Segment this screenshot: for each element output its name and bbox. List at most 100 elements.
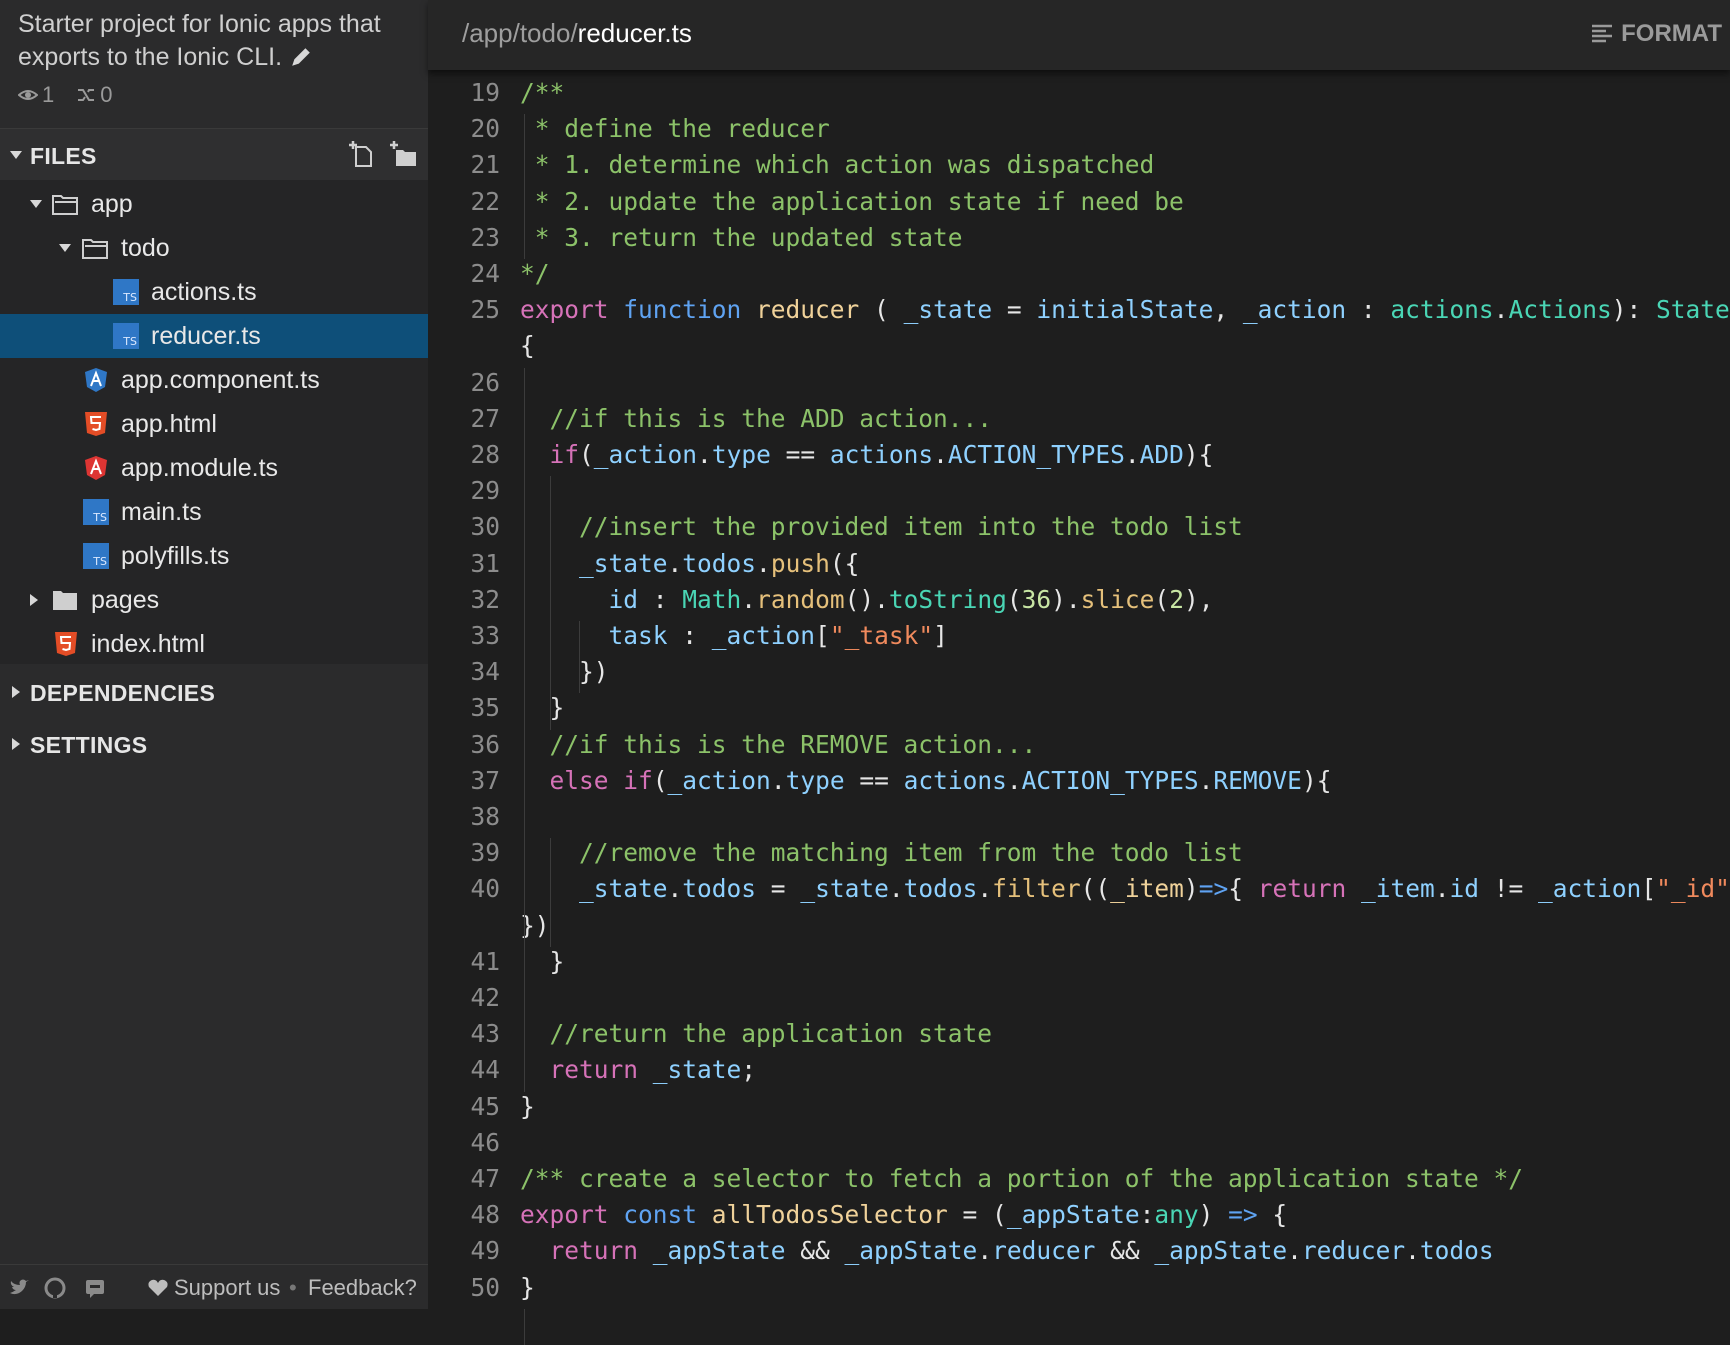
code-token: _appState xyxy=(1154,1236,1287,1265)
code-token: . xyxy=(741,585,756,614)
code-token: any xyxy=(1154,1200,1198,1229)
settings-title: SETTINGS xyxy=(30,732,147,759)
code-token: _state xyxy=(520,874,668,903)
code-token: ){ xyxy=(1184,440,1214,469)
github-icon[interactable] xyxy=(44,1277,66,1299)
code-token: _item xyxy=(1361,874,1435,903)
code-token: "_task" xyxy=(830,621,933,650)
code-line: //return the application state xyxy=(520,1019,992,1048)
code-token: . xyxy=(1435,874,1450,903)
format-button[interactable]: FORMAT xyxy=(1591,20,1722,48)
tree-file-actions-ts[interactable]: actions.ts xyxy=(0,270,428,314)
support-link[interactable]: Support us xyxy=(174,1275,280,1301)
tree-folder-app[interactable]: app xyxy=(0,182,428,226)
code-token: . xyxy=(977,874,992,903)
line-number: 30 xyxy=(428,512,500,541)
code-line: //if this is the ADD action... xyxy=(520,404,992,433)
code-line: } xyxy=(520,693,564,722)
code-token: } xyxy=(520,693,564,722)
new-file-icon[interactable] xyxy=(346,139,376,169)
project-stats: 1 0 xyxy=(18,82,113,108)
code-token: . xyxy=(697,440,712,469)
code-editor: /app/todo/reducer.ts FORMAT 19/**20 * de… xyxy=(428,0,1730,1308)
tree-file-app-html[interactable]: app.html xyxy=(0,402,428,446)
file-name: reducer.ts xyxy=(578,18,692,48)
chat-icon[interactable] xyxy=(84,1277,106,1299)
code-token: _action xyxy=(1538,874,1641,903)
code-token: . xyxy=(1494,295,1509,324)
code-token: _state xyxy=(800,874,889,903)
code-line: }) xyxy=(520,657,609,686)
line-number: 22 xyxy=(428,187,500,216)
code-token: todos xyxy=(682,874,756,903)
code-token: . xyxy=(977,1236,992,1265)
folder-open-icon xyxy=(52,191,78,217)
code-token: , xyxy=(1213,295,1243,324)
code-token: actions xyxy=(1390,295,1493,324)
code-token: ( xyxy=(579,440,594,469)
code-line: //insert the provided item into the todo… xyxy=(520,512,1243,541)
line-number: 47 xyxy=(428,1164,500,1193)
line-number: 27 xyxy=(428,404,500,433)
code-token: { xyxy=(1228,874,1258,903)
code-line: //remove the matching item from the todo… xyxy=(520,838,1243,867)
line-number: 39 xyxy=(428,838,500,867)
tree-file-reducer-ts[interactable]: reducer.ts xyxy=(0,314,428,358)
tree-label: reducer.ts xyxy=(151,322,261,351)
code-token: Math xyxy=(682,585,741,614)
tree-folder-todo[interactable]: todo xyxy=(0,226,428,270)
code-area[interactable]: 19/**20 * define the reducer21 * 1. dete… xyxy=(428,70,1730,1308)
tree-file-app-component-ts[interactable]: app.component.ts xyxy=(0,358,428,402)
settings-section-header[interactable]: SETTINGS xyxy=(0,718,428,770)
code-line: * define the reducer xyxy=(520,114,830,143)
tree-file-index-html[interactable]: index.html xyxy=(0,622,428,666)
tree-file-main-ts[interactable]: main.ts xyxy=(0,490,428,534)
html5-icon xyxy=(53,631,79,657)
new-folder-icon[interactable] xyxy=(388,139,418,169)
code-token: ), xyxy=(1184,585,1214,614)
code-line: else if(_action.type == actions.ACTION_T… xyxy=(520,766,1331,795)
line-number: 26 xyxy=(428,368,500,397)
pencil-icon[interactable] xyxy=(290,46,312,68)
line-number: 29 xyxy=(428,476,500,505)
code-token: ) xyxy=(1184,874,1199,903)
code-token: * 3. return the updated state xyxy=(520,223,963,252)
tree-file-polyfills-ts[interactable]: polyfills.ts xyxy=(0,534,428,578)
code-token: _action xyxy=(1243,295,1346,324)
dependencies-title: DEPENDENCIES xyxy=(30,680,215,707)
file-path: /app/todo/reducer.ts xyxy=(462,18,692,49)
twitter-icon[interactable] xyxy=(8,1277,30,1299)
code-line: task : _action["_task"] xyxy=(520,621,948,650)
typescript-file-icon xyxy=(83,499,109,525)
feedback-link[interactable]: Feedback? xyxy=(308,1275,417,1301)
code-token: = xyxy=(992,295,1036,324)
line-number: 40 xyxy=(428,874,500,903)
views-count: 1 xyxy=(18,82,54,108)
line-number: 35 xyxy=(428,693,500,722)
code-token: reducer xyxy=(1302,1236,1405,1265)
code-token: : xyxy=(638,585,682,614)
code-token: ). xyxy=(1051,585,1081,614)
code-token: 36 xyxy=(1022,585,1052,614)
tree-file-app-module-ts[interactable]: app.module.ts xyxy=(0,446,428,490)
code-token: //if this is the REMOVE action... xyxy=(520,730,1036,759)
code-token: _state xyxy=(520,549,668,578)
code-line: //if this is the REMOVE action... xyxy=(520,730,1036,759)
code-token: => xyxy=(1228,1200,1258,1229)
tree-folder-pages[interactable]: pages xyxy=(0,578,428,622)
expand-arrow-icon xyxy=(59,244,71,252)
project-description: Starter project for Ionic apps that expo… xyxy=(18,8,398,74)
code-token: ( xyxy=(859,295,903,324)
code-token: reducer xyxy=(756,295,859,324)
code-token: [ xyxy=(815,621,830,650)
code-token: if xyxy=(623,766,653,795)
code-token: ; xyxy=(741,1055,756,1084)
code-token: . xyxy=(933,440,948,469)
code-token: return xyxy=(1258,874,1361,903)
code-token: const xyxy=(623,1200,712,1229)
dependencies-section-header[interactable]: DEPENDENCIES xyxy=(0,666,428,718)
files-section-header[interactable]: FILES xyxy=(0,128,428,181)
line-number: 24 xyxy=(428,259,500,288)
code-token: = ( xyxy=(948,1200,1007,1229)
code-token: : xyxy=(668,621,712,650)
